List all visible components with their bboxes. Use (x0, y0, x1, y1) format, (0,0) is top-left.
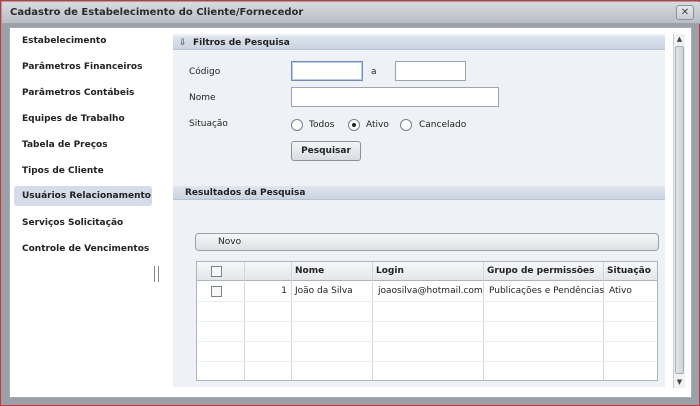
situacao-label: Situação (189, 119, 228, 129)
column-header-grupo-permissoes[interactable]: Grupo de permissões (483, 262, 603, 281)
row-login[interactable]: joaosilva@hotmail.com (374, 282, 483, 301)
row-checkbox[interactable] (211, 286, 222, 297)
vertical-scrollbar[interactable]: ▲ ▼ (673, 34, 685, 388)
codigo-label: Código (189, 67, 221, 77)
sidebar-item-tipos-de-cliente[interactable]: Tipos de Cliente (14, 161, 152, 181)
radio-cancelado[interactable] (400, 119, 412, 131)
row-nome[interactable]: João da Silva (291, 282, 353, 301)
window-frame: Cadastro de Estabelecimento do Cliente/F… (0, 0, 700, 406)
dialog-body: Estabelecimento Parâmetros Financeiros P… (9, 27, 692, 398)
novo-button[interactable]: Novo (195, 233, 659, 251)
sidebar-item-estabelecimento[interactable]: Estabelecimento (14, 31, 152, 51)
scroll-down-arrow-icon[interactable]: ▼ (674, 377, 685, 388)
sidebar: Estabelecimento Parâmetros Financeiros P… (10, 28, 160, 397)
row-divider (197, 341, 657, 342)
results-section-header: Resultados da Pesquisa (173, 186, 665, 200)
main-content: ⇩ Filtros de Pesquisa Código a Nome Situ… (173, 34, 665, 387)
nome-label: Nome (189, 93, 216, 103)
sidebar-item-tabela-de-precos[interactable]: Tabela de Preços (14, 135, 152, 155)
scrollbar-thumb[interactable] (675, 46, 684, 374)
sidebar-resize-handle[interactable] (154, 266, 159, 282)
codigo-to-input[interactable] (395, 61, 466, 81)
collapse-arrow-icon: ⇩ (179, 38, 187, 48)
sidebar-item-equipes-de-trabalho[interactable]: Equipes de Trabalho (14, 109, 152, 129)
title-bar: Cadastro de Estabelecimento do Cliente/F… (2, 2, 700, 24)
sidebar-item-servicos-solicitacao[interactable]: Serviços Solicitação (14, 213, 152, 233)
radio-cancelado-label: Cancelado (419, 120, 467, 130)
results-title: Resultados da Pesquisa (185, 188, 306, 198)
radio-ativo-selected-dot (352, 123, 356, 127)
sidebar-item-parametros-financeiros[interactable]: Parâmetros Financeiros (14, 57, 152, 77)
filters-title: Filtros de Pesquisa (193, 38, 290, 48)
radio-ativo-label: Ativo (366, 120, 389, 130)
sidebar-item-usuarios-relacionamento[interactable]: Usuários Relacionamento (14, 186, 152, 206)
column-header-situacao[interactable]: Situação (603, 262, 657, 281)
sidebar-item-parametros-contabeis[interactable]: Parâmetros Contábeis (14, 83, 152, 103)
codigo-from-input[interactable] (291, 61, 363, 81)
filters-section-header[interactable]: ⇩ Filtros de Pesquisa (173, 36, 665, 50)
row-divider (197, 301, 657, 302)
close-button[interactable]: ✕ (676, 5, 694, 20)
pesquisar-button[interactable]: Pesquisar (291, 141, 361, 161)
radio-todos-label: Todos (309, 120, 335, 130)
radio-ativo[interactable] (348, 119, 360, 131)
column-header-login[interactable]: Login (372, 262, 483, 281)
row-divider (197, 361, 657, 362)
scroll-up-arrow-icon[interactable]: ▲ (674, 34, 685, 45)
sidebar-item-controle-de-vencimentos[interactable]: Controle de Vencimentos (14, 239, 152, 259)
window-title: Cadastro de Estabelecimento do Cliente/F… (10, 7, 304, 18)
row-index: 1 (281, 286, 287, 296)
row-grupo[interactable]: Publicações e Pendências (485, 282, 604, 301)
results-grid: Nome Login Grupo de permissões Situação … (196, 261, 658, 381)
column-header-nome[interactable]: Nome (291, 262, 372, 281)
nome-input[interactable] (291, 87, 499, 107)
codigo-range-separator: a (371, 67, 377, 77)
select-all-checkbox[interactable] (211, 266, 222, 277)
row-divider (197, 321, 657, 322)
radio-todos[interactable] (291, 119, 303, 131)
row-situacao[interactable]: Ativo (605, 282, 632, 301)
